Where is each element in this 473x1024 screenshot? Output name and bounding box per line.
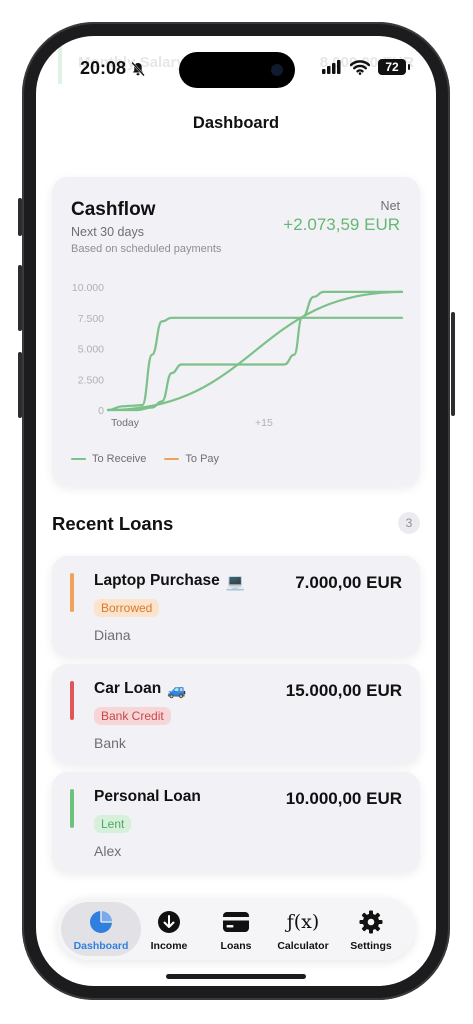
loan-name-text: Car Loan: [94, 680, 162, 697]
volume-down-button: [18, 352, 22, 418]
chart-legend: To Receive To Pay: [71, 453, 219, 465]
loan-person: Alex: [94, 843, 122, 859]
legend-receive-swatch: [71, 458, 86, 460]
arrow-down-circle-icon: [156, 909, 182, 935]
y-tick-label: 10.000: [72, 282, 104, 294]
y-tick-label: 5.000: [78, 344, 104, 356]
loan-name: Laptop Purchase 💻: [94, 572, 245, 592]
net-value: +2.073,59 EUR: [283, 215, 400, 234]
pie-chart-icon: [88, 909, 114, 935]
status-icons: 72: [322, 59, 410, 75]
cashflow-subtitle: Next 30 days: [71, 225, 144, 239]
legend-pay: To Pay: [164, 453, 219, 465]
loan-type-badge: Bank Credit: [94, 707, 171, 725]
action-button: [18, 198, 22, 236]
loan-name: Car Loan 🚙: [94, 680, 187, 700]
y-tick-label: 0: [98, 405, 104, 417]
loan-card-laptop-purchase[interactable]: Laptop Purchase 💻 7.000,00 EUR Borrowed D…: [52, 556, 420, 656]
loan-amount: 15.000,00 EUR: [285, 681, 402, 700]
volume-up-button: [18, 265, 22, 331]
laptop-emoji-icon: 💻: [225, 574, 246, 591]
tab-income-label: Income: [150, 940, 188, 952]
recent-loans-title: Recent Loans: [52, 513, 174, 534]
legend-receive: To Receive: [71, 453, 146, 465]
camera-icon: [271, 64, 283, 76]
home-indicator: [166, 974, 306, 979]
function-icon: ƒ(x): [287, 909, 320, 935]
legend-pay-label: To Pay: [185, 453, 220, 465]
loan-type-indicator: [70, 681, 74, 720]
power-button: [451, 312, 455, 416]
dynamic-island: [179, 52, 295, 88]
loan-amount: 10.000,00 EUR: [285, 789, 402, 808]
loan-type-badge: Lent: [94, 815, 132, 833]
tab-settings-label: Settings: [350, 940, 392, 952]
tab-settings[interactable]: Settings: [331, 898, 411, 960]
cashflow-card[interactable]: 10.000 7.500 5.000 2.500 0 Today +15 Cashflow …: [52, 177, 420, 486]
status-time: 20:08: [80, 58, 127, 78]
page-title: Dashboard: [192, 114, 280, 132]
tab-calculator-label: Calculator: [277, 940, 329, 952]
battery-icon: 72: [378, 59, 410, 75]
tab-loans-label: Loans: [220, 940, 252, 952]
x-tick-label: +15: [255, 417, 273, 429]
loan-card-car-loan[interactable]: Car Loan 🚙 15.000,00 EUR Bank Credit Bank: [52, 664, 420, 764]
function-glyph: ƒ(x): [286, 911, 320, 933]
bell-slash-icon: [131, 61, 145, 77]
loan-person: Diana: [94, 627, 131, 643]
cellular-signal-icon: [322, 60, 341, 74]
cashflow-note: Based on scheduled payments: [71, 243, 222, 255]
loan-person: Bank: [94, 735, 126, 751]
loan-name-text: Laptop Purchase: [94, 572, 220, 589]
tab-bar: Dashboard Income Loans ƒ(x) Calculator S…: [57, 898, 415, 960]
loan-amount: 7.000,00 EUR: [295, 573, 402, 592]
car-emoji-icon: 🚙: [167, 682, 187, 699]
loan-count-badge: 3: [398, 512, 420, 534]
loan-name-text: Personal Loan: [94, 788, 201, 805]
credit-card-icon: [223, 909, 249, 935]
loan-type-indicator: [70, 573, 74, 612]
y-tick-label: 2.500: [78, 374, 104, 386]
legend-receive-label: To Receive: [92, 453, 147, 465]
y-tick-label: 7.500: [78, 313, 104, 325]
cashflow-title: Cashflow: [71, 199, 156, 220]
legend-pay-swatch: [164, 458, 180, 460]
screen: Monthly Salary 8.000,00 EUR 20:08 72 Das…: [36, 36, 436, 986]
tab-dashboard-label: Dashboard: [73, 940, 129, 952]
series-line-3: [106, 290, 404, 412]
loan-type-indicator: [70, 789, 74, 828]
loan-card-personal-loan[interactable]: Personal Loan 10.000,00 EUR Lent Alex: [52, 772, 420, 872]
net-label: Net: [380, 199, 400, 213]
gear-icon: [358, 909, 384, 935]
loan-type-badge: Borrowed: [94, 599, 160, 617]
wifi-icon: [350, 59, 370, 75]
x-tick-label: Today: [111, 417, 140, 429]
loan-name: Personal Loan: [94, 788, 201, 806]
